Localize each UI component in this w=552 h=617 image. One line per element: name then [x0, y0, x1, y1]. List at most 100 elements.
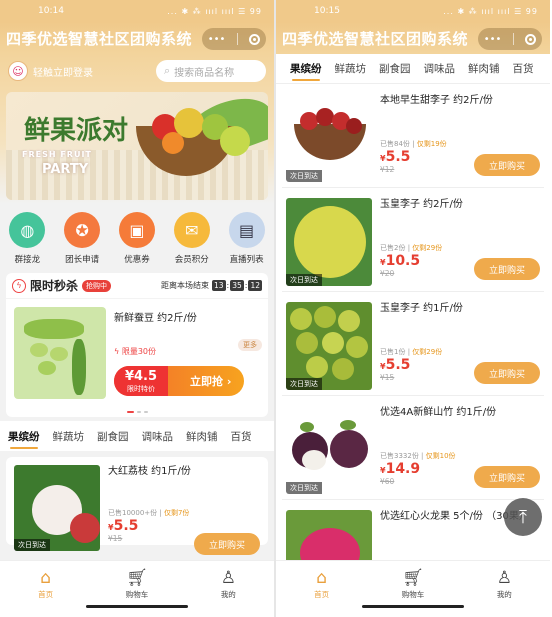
sold-count: 已售3332份	[380, 452, 419, 460]
buy-now-button[interactable]: 立即购买	[194, 533, 260, 555]
tab-fruit[interactable]: 果缤纷	[290, 61, 322, 81]
banner-title: 鲜果派对	[24, 116, 129, 146]
quick-entry-live[interactable]: ▤ 直播列表	[221, 212, 273, 265]
status-bar: 10:14 ... ✱ ⁂ ıııl ıııl ☰ 99	[0, 0, 274, 22]
tab-label: 首页	[38, 590, 54, 599]
user-icon: ♙	[496, 568, 512, 588]
buy-now-button[interactable]: 立即购买	[474, 362, 540, 384]
stock-left: 仅剩29份	[412, 244, 443, 252]
category-tabs: 果缤纷 鲜蔬坊 副食园 调味品 鲜肉铺 百货	[276, 54, 550, 84]
more-button[interactable]: 更多	[238, 339, 262, 351]
tab-general[interactable]: 百货	[513, 61, 534, 76]
quick-entry-label: 优惠券	[124, 255, 150, 265]
next-day-badge: 次日到达	[286, 378, 322, 390]
product-name: 大红荔枝 约1斤/份	[108, 466, 191, 477]
tab-label: 首页	[314, 590, 330, 599]
product-card[interactable]: 次日到达 玉皇李子 约1斤/份 已售1份 | 仅剩29份 ¥5.5 ¥15 立即…	[282, 292, 544, 396]
buy-now-button[interactable]: 立即购买	[474, 258, 540, 280]
flash-sale-section: ϟ 限时秒杀 抢购中 距离本场结束 13: 35: 12 新鲜蚕豆 约2斤/份 …	[6, 273, 268, 417]
price-value: 5.5	[385, 357, 411, 373]
search-icon: ⌕	[164, 64, 171, 77]
quick-entry-label: 会员积分	[174, 255, 209, 265]
home-icon: ⌂	[40, 568, 52, 588]
fava-bean-image	[14, 307, 106, 399]
grab-button[interactable]: ¥4.5 限时特价 立即抢 ›	[114, 366, 244, 396]
more-icon[interactable]: •••	[484, 34, 502, 45]
next-day-badge: 次日到达	[286, 170, 322, 182]
tab-profile[interactable]: ♙ 我的	[183, 561, 274, 612]
tab-meat[interactable]: 鲜肉铺	[186, 429, 218, 444]
badge-icon: ✪	[64, 212, 101, 248]
buy-now-button[interactable]: 立即购买	[474, 154, 540, 176]
category-tabs: 果缤纷 鲜蔬坊 副食园 调味品 鲜肉铺 百货	[0, 421, 274, 451]
tab-general[interactable]: 百货	[231, 429, 252, 444]
tab-vegetable[interactable]: 鲜蔬坊	[335, 61, 367, 76]
stock-left: 仅剩10份	[425, 452, 456, 460]
flash-price-label: 限时特价	[127, 384, 155, 393]
search-placeholder: 搜索商品名称	[174, 67, 235, 79]
live-icon: ▤	[228, 212, 265, 248]
product-name: 玉皇李子 约1斤/份	[380, 303, 463, 314]
avatar[interactable]: ☺	[8, 61, 28, 81]
price-value: 14.9	[385, 461, 421, 477]
flash-product-card[interactable]: 新鲜蚕豆 约2斤/份 ϟ 限量30份 更多 ¥4.5 限时特价 立即抢 ›	[6, 299, 268, 407]
home-screen: 10:14 ... ✱ ⁂ ıııl ıııl ☰ 99 四季优选智慧社区团购系…	[0, 0, 274, 612]
more-icon[interactable]: •••	[208, 34, 226, 45]
grab-text: 立即抢	[190, 375, 223, 388]
tab-label: 我的	[496, 590, 512, 599]
tab-seasoning[interactable]: 调味品	[424, 61, 456, 76]
stock-left: 仅剩19份	[416, 140, 447, 148]
stock-left: 仅剩7份	[163, 509, 190, 517]
tab-label: 购物车	[401, 590, 425, 599]
miniapp-capsule[interactable]: •••	[202, 28, 266, 50]
buy-now-button[interactable]: 立即购买	[474, 466, 540, 488]
user-icon: ♙	[220, 568, 236, 588]
cart-icon: 🛒︎	[402, 568, 424, 588]
next-day-badge: 次日到达	[14, 539, 50, 551]
status-icons: ... ✱ ⁂ ıııl ıııl ☰ 99	[167, 6, 262, 16]
tab-seasoning[interactable]: 调味品	[142, 429, 174, 444]
arrow-up-icon: ⤒	[519, 506, 527, 528]
promo-banner[interactable]: 鲜果派对 FRESH FRUIT PARTY	[6, 92, 268, 200]
tab-label: 购物车	[125, 590, 149, 599]
close-circle-icon[interactable]	[249, 33, 261, 45]
countdown-label: 距离本场结束	[160, 281, 209, 290]
tab-grocery[interactable]: 副食园	[379, 61, 411, 76]
quick-entry-coupon[interactable]: ▣ 优惠券	[111, 212, 163, 265]
points-icon: ✉	[173, 212, 210, 248]
sales-info: 已售84份 | 仅剩19份	[380, 140, 447, 148]
search-input[interactable]: ⌕ 搜索商品名称	[156, 60, 266, 82]
banner-subtitle: FRESH FRUIT	[22, 150, 92, 159]
back-to-top-button[interactable]: ⤒	[504, 498, 542, 536]
miniapp-capsule[interactable]: •••	[478, 28, 542, 50]
tab-label: 我的	[220, 590, 236, 599]
limit-text: 限量30份	[121, 347, 157, 356]
status-bar: 10:15 ... ✱ ⁂ ıııl ıııl ☰ 99	[276, 0, 550, 22]
product-card[interactable]: 次日到达 优选4A新鲜山竹 约1斤/份 已售3332份 | 仅剩10份 ¥14.…	[282, 396, 544, 500]
stock-left: 仅剩29份	[412, 348, 443, 356]
tab-profile[interactable]: ♙ 我的	[459, 561, 550, 612]
quick-entry-leader[interactable]: ✪ 团长申请	[56, 212, 108, 265]
sold-count: 已售1份	[380, 348, 406, 356]
plum-image: 次日到达	[286, 302, 372, 390]
product-card[interactable]: 次日到达 玉皇李子 约2斤/份 已售2份 | 仅剩29份 ¥10.5 ¥20 立…	[282, 188, 544, 292]
product-card[interactable]: 次日到达 本地早生甜李子 约2斤/份 已售84份 | 仅剩19份 ¥5.5 ¥1…	[282, 84, 544, 188]
tab-vegetable[interactable]: 鲜蔬坊	[53, 429, 85, 444]
tab-home[interactable]: ⌂ 首页	[276, 561, 367, 612]
product-name: 优选4A新鲜山竹 约1斤/份	[380, 407, 497, 418]
login-link[interactable]: 轻触立即登录	[33, 64, 156, 79]
plum-image: 次日到达	[286, 94, 372, 182]
close-circle-icon[interactable]	[525, 33, 537, 45]
quick-entry-points[interactable]: ✉ 会员积分	[166, 212, 218, 265]
quick-entry-group[interactable]: ◍ 群接龙	[1, 212, 53, 265]
tab-grocery[interactable]: 副食园	[97, 429, 129, 444]
product-card[interactable]: 次日到达 大红荔枝 约1斤/份 已售10000+份 | 仅剩7份 ¥5.5 ¥1…	[6, 457, 268, 555]
next-day-badge: 次日到达	[286, 482, 322, 494]
banner-subtitle-2: PARTY	[42, 162, 89, 177]
sales-info: 已售10000+份 | 仅剩7份	[108, 509, 190, 517]
tab-fruit[interactable]: 果缤纷	[8, 429, 40, 449]
status-icons: ... ✱ ⁂ ıııl ıııl ☰ 99	[443, 6, 538, 16]
tab-meat[interactable]: 鲜肉铺	[468, 61, 500, 76]
tab-home[interactable]: ⌂ 首页	[0, 561, 91, 612]
carousel-dots	[6, 411, 268, 413]
